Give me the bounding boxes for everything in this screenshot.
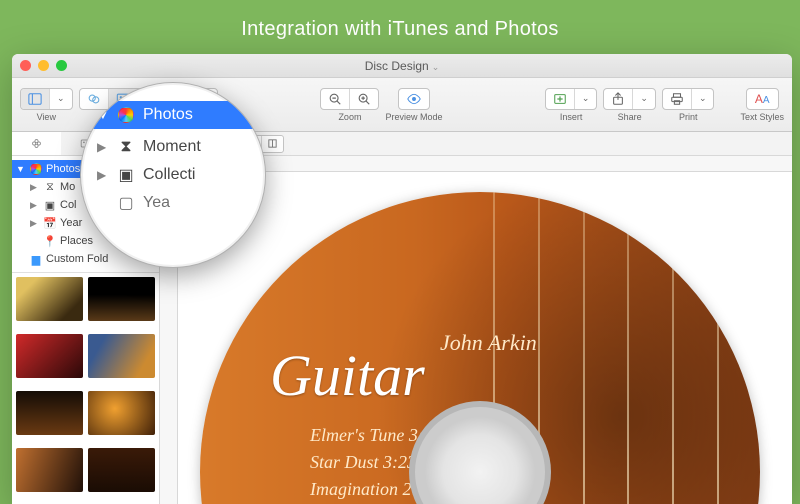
insert-label: Insert [560, 112, 583, 122]
disc-design[interactable]: John Arkin Guitar Elmer's Tune 3:09 Star… [200, 192, 760, 504]
hourglass-icon: ⧗ [117, 138, 135, 156]
zoom-window-button[interactable] [56, 60, 67, 71]
sidebar-tab-clipart[interactable] [12, 132, 61, 155]
zoom-segment [320, 88, 379, 110]
image-icon: ▣ [44, 199, 56, 211]
view-dropdown-button[interactable]: ⌄ [50, 89, 72, 109]
minimize-window-button[interactable] [38, 60, 49, 71]
zoom-in-button[interactable] [350, 89, 378, 109]
hourglass-icon: ⧖ [44, 181, 56, 193]
document-title[interactable]: Disc Design⌄ [365, 59, 440, 73]
marketing-banner: Integration with iTunes and Photos [0, 0, 800, 55]
insert-icon [553, 92, 567, 106]
thumbnail[interactable] [16, 334, 83, 378]
zoom-out-icon [328, 92, 342, 106]
print-label: Print [679, 112, 698, 122]
shapes-icon [87, 92, 101, 106]
disclosure-right-icon: ▶ [30, 182, 40, 193]
calendar-icon: ▢ [117, 194, 135, 212]
print-segment[interactable]: ⌄ [662, 88, 715, 110]
flower-icon [31, 138, 42, 149]
thumbnail[interactable] [16, 448, 83, 492]
zoom-out-button[interactable] [321, 89, 350, 109]
shapes-tab[interactable] [80, 89, 109, 109]
horizontal-ruler [178, 156, 792, 172]
track: Imagination 2:50 [310, 476, 442, 503]
thumbnail[interactable] [16, 277, 83, 321]
view-segment[interactable]: ⌄ [20, 88, 73, 110]
text-styles-button[interactable]: AA [746, 88, 779, 110]
sidebar-icon [28, 92, 42, 106]
text-styles-label: Text Styles [740, 112, 784, 122]
layout-icon [267, 138, 278, 149]
thumbnail[interactable] [16, 391, 83, 435]
preview-mode-button[interactable] [398, 88, 430, 110]
print-icon [670, 92, 684, 106]
preview-label: Preview Mode [385, 112, 442, 122]
track: Star Dust 3:23 [310, 449, 442, 476]
disclosure-right-icon: ▶ [30, 218, 40, 229]
close-window-button[interactable] [20, 60, 31, 71]
magnifier-item: ▶ ▣ Collecti [93, 161, 265, 189]
magnifier-item: ▢ Yea [93, 189, 265, 217]
photos-app-icon [30, 163, 42, 175]
track: Elmer's Tune 3:09 [310, 422, 442, 449]
artist-name[interactable]: John Arkin [440, 330, 537, 356]
magnifier-item: ▶ ⧗ Moment [93, 133, 265, 161]
folder-icon: ▆ [30, 253, 42, 265]
window-controls [20, 60, 67, 71]
share-icon [611, 92, 625, 106]
disclosure-right-icon: ▶ [30, 200, 40, 211]
thumbnail[interactable] [88, 334, 155, 378]
calendar-icon: 📅 [44, 217, 56, 229]
zoom-label: Zoom [338, 112, 361, 122]
eye-icon [407, 92, 421, 106]
view-label: View [37, 112, 56, 122]
album-title[interactable]: Guitar [270, 342, 425, 409]
share-label: Share [618, 112, 642, 122]
window-titlebar: Disc Design⌄ [12, 54, 792, 78]
zoom-in-icon [357, 92, 371, 106]
track-list[interactable]: Elmer's Tune 3:09 Star Dust 3:23 Imagina… [310, 422, 442, 504]
thumbnail[interactable] [88, 277, 155, 321]
thumbnail[interactable] [88, 448, 155, 492]
magnifier-callout: ▼ Photos ▶ ⧗ Moment ▶ ▣ Collecti ▢ Yea [80, 82, 266, 268]
sidebar-toggle-button[interactable] [21, 89, 50, 109]
chevron-down-icon: ⌄ [432, 62, 440, 72]
image-icon: ▣ [117, 166, 135, 184]
location-icon: 📍 [44, 235, 56, 247]
disclosure-down-icon: ▼ [16, 164, 26, 174]
share-segment[interactable]: ⌄ [603, 88, 656, 110]
thumbnail-grid [12, 272, 159, 504]
thumbnail[interactable] [88, 391, 155, 435]
insert-segment[interactable]: ⌄ [545, 88, 598, 110]
